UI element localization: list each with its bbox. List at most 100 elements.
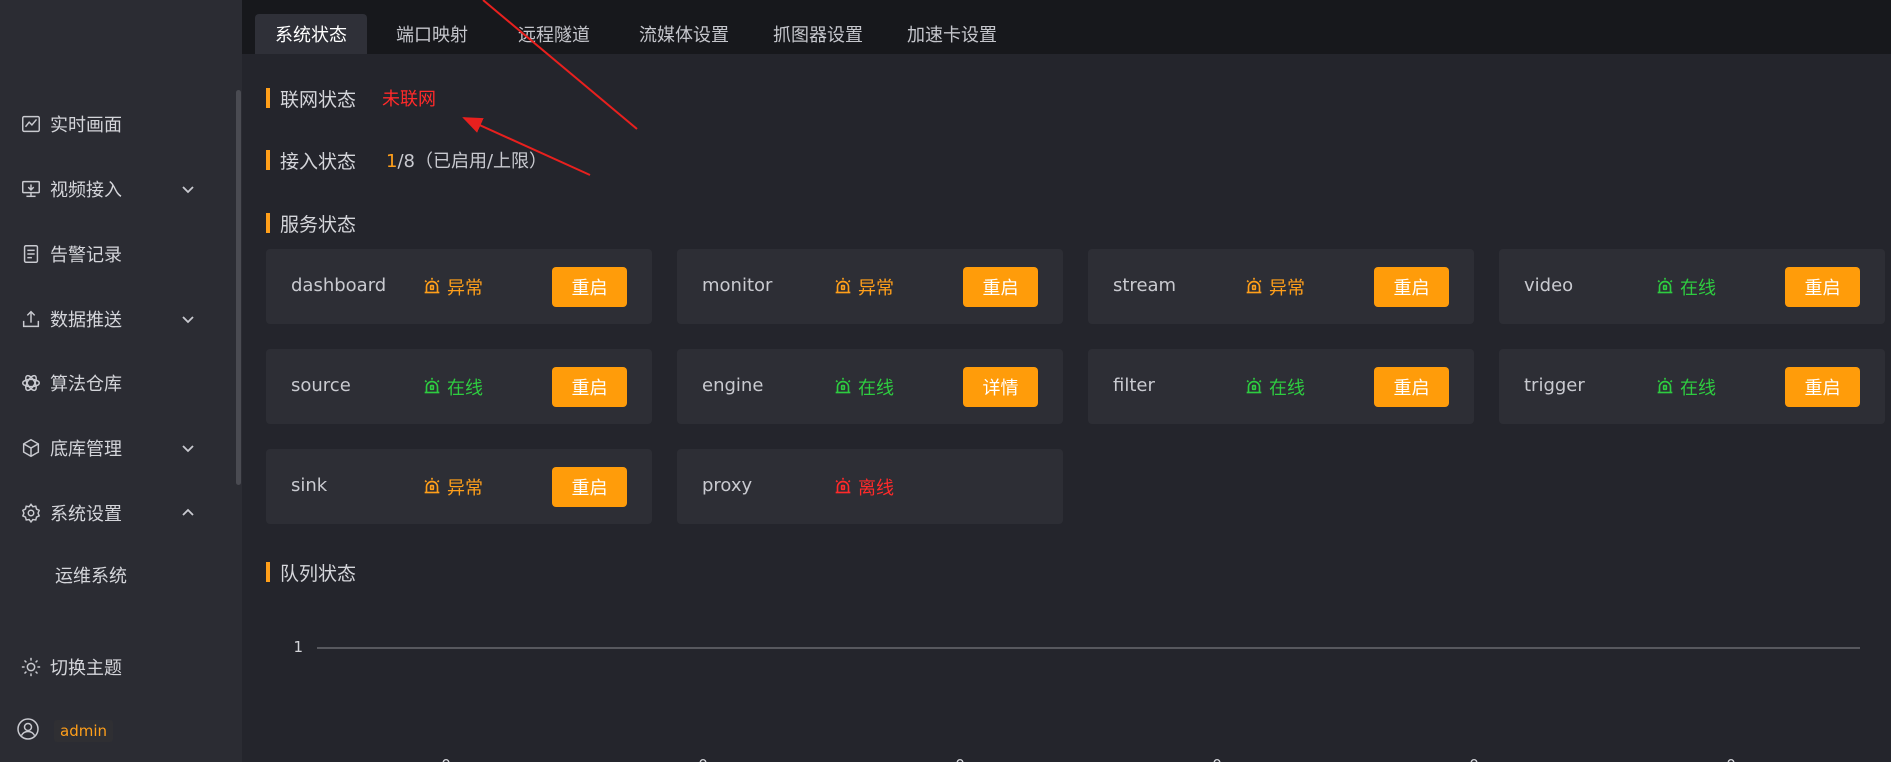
username: admin	[54, 720, 113, 742]
chevron-down-icon[interactable]	[180, 181, 196, 197]
service-name: proxy	[702, 475, 753, 496]
alarm-icon	[1246, 377, 1262, 394]
queue-status-title: 队列状态	[266, 559, 356, 585]
restart-button[interactable]: 重启	[552, 467, 627, 507]
restart-button[interactable]: 重启	[1374, 267, 1449, 307]
queue-x-tick: 0	[1726, 756, 1736, 762]
service-card-monitor: monitor 异常 重启	[677, 249, 1063, 324]
service-status-text: 在线	[1269, 378, 1305, 399]
queue-x-tick: 0	[1469, 756, 1479, 762]
queue-status-title-text: 队列状态	[280, 562, 357, 585]
service-name: source	[291, 375, 351, 396]
alarm-icon	[424, 277, 440, 294]
service-name: filter	[1113, 375, 1155, 396]
service-status-text: 异常	[447, 278, 483, 299]
service-name: trigger	[1524, 375, 1585, 396]
restart-button[interactable]: 重启	[552, 367, 627, 407]
service-card-dashboard: dashboard 异常 重启	[266, 249, 652, 324]
sidebar-item-label: 系统设置	[50, 504, 122, 525]
tab-bar: 系统状态 端口映射 远程隧道 流媒体设置 抓图器设置 加速卡设置	[242, 0, 1891, 54]
alarm-icon	[424, 377, 440, 394]
sidebar-item-data-push[interactable]: 数据推送	[0, 299, 236, 339]
service-card-trigger: trigger 在线 重启	[1499, 349, 1885, 424]
chevron-up-icon[interactable]	[180, 505, 196, 521]
sidebar-item-label: 算法仓库	[50, 374, 122, 395]
tab-system-status[interactable]: 系统状态	[255, 14, 367, 54]
access-status-title: 接入状态	[280, 150, 357, 173]
service-status: 在线	[1243, 374, 1305, 400]
sidebar-scrollbar[interactable]	[236, 90, 241, 485]
alarm-icon	[835, 277, 851, 294]
chart-line-icon	[20, 113, 42, 135]
service-status-text: 在线	[1680, 278, 1716, 299]
alarm-icon	[1246, 277, 1262, 294]
service-status: 异常	[421, 274, 483, 300]
alarm-icon	[424, 477, 440, 494]
atom-icon	[20, 372, 42, 394]
service-status-title: 服务状态	[266, 210, 356, 236]
service-name: stream	[1113, 275, 1177, 296]
sidebar-item-video-access[interactable]: 视频接入	[0, 169, 236, 209]
user-menu[interactable]: admin	[16, 717, 113, 745]
sidebar-item-label: 视频接入	[50, 180, 122, 201]
service-status: 异常	[1243, 274, 1305, 300]
sidebar-item-label: 数据推送	[50, 310, 122, 331]
service-status-text: 在线	[1680, 378, 1716, 399]
queue-y-tick: 1	[293, 638, 303, 656]
restart-button[interactable]: 重启	[1785, 367, 1860, 407]
queue-x-tick: 0	[1212, 756, 1222, 762]
tab-streaming-settings[interactable]: 流媒体设置	[622, 14, 746, 54]
service-name: monitor	[702, 275, 773, 296]
sidebar-item-label: 告警记录	[50, 245, 122, 266]
service-status: 异常	[832, 274, 894, 300]
service-card-sink: sink 异常 重启	[266, 449, 652, 524]
service-card-video: video 在线 重启	[1499, 249, 1885, 324]
service-status-text: 异常	[1269, 278, 1305, 299]
service-status: 在线	[832, 374, 894, 400]
theme-switch[interactable]: 切换主题	[0, 647, 236, 687]
service-card-stream: stream 异常 重启	[1088, 249, 1474, 324]
tab-remote-tunnel[interactable]: 远程隧道	[504, 14, 604, 54]
service-status-text: 在线	[858, 378, 894, 399]
sidebar-item-realtime[interactable]: 实时画面	[0, 104, 236, 144]
sidebar-item-algorithm-store[interactable]: 算法仓库	[0, 363, 236, 403]
sidebar-subitem-ops-system[interactable]: 运维系统	[55, 557, 205, 593]
chevron-down-icon[interactable]	[180, 311, 196, 327]
service-name: dashboard	[291, 275, 387, 296]
tab-accelerator-settings[interactable]: 加速卡设置	[890, 14, 1014, 54]
service-card-source: source 在线 重启	[266, 349, 652, 424]
alarm-icon	[835, 377, 851, 394]
sidebar-item-base-library[interactable]: 底库管理	[0, 428, 236, 468]
restart-button[interactable]: 重启	[963, 267, 1038, 307]
queue-x-tick: 0	[698, 756, 708, 762]
cube-icon	[20, 437, 42, 459]
theme-switch-label: 切换主题	[50, 658, 122, 679]
monitor-icon	[20, 178, 42, 200]
service-status-text: 离线	[858, 478, 894, 499]
service-status: 异常	[421, 474, 483, 500]
access-status-value: 1/8（已启用/上限）	[386, 147, 547, 173]
chevron-down-icon[interactable]	[180, 440, 196, 456]
restart-button[interactable]: 重启	[1785, 267, 1860, 307]
service-status: 离线	[832, 474, 894, 500]
alarm-icon	[1657, 277, 1673, 294]
service-card-filter: filter 在线 重启	[1088, 349, 1474, 424]
queue-x-tick: 0	[441, 756, 451, 762]
service-status: 在线	[1654, 274, 1716, 300]
service-status-title-text: 服务状态	[280, 213, 357, 236]
network-status-row: 联网状态 未联网	[266, 85, 436, 111]
tab-capture-settings[interactable]: 抓图器设置	[756, 14, 880, 54]
alarm-icon	[835, 477, 851, 494]
details-button[interactable]: 详情	[963, 367, 1038, 407]
queue-x-ticks: 0 0 0 0 0 0	[441, 756, 1736, 762]
access-limit-text: /8（已启用/上限）	[397, 151, 548, 172]
restart-button[interactable]: 重启	[1374, 367, 1449, 407]
sidebar-item-system-settings[interactable]: 系统设置	[0, 493, 236, 533]
sidebar-item-alarm-records[interactable]: 告警记录	[0, 234, 236, 274]
sun-icon	[20, 656, 42, 678]
tab-port-mapping[interactable]: 端口映射	[382, 14, 482, 54]
document-icon	[20, 243, 42, 265]
network-status-value: 未联网	[382, 89, 437, 110]
restart-button[interactable]: 重启	[552, 267, 627, 307]
sidebar-item-label: 实时画面	[50, 115, 122, 136]
